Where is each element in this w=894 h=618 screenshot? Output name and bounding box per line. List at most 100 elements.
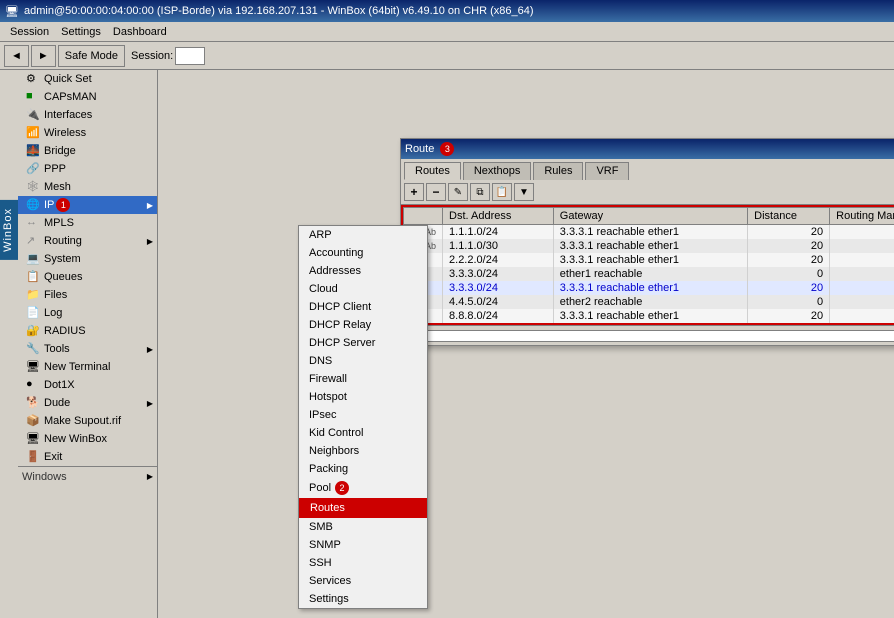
- ip-submenu-firewall[interactable]: Firewall: [299, 370, 427, 388]
- ip-submenu-smb[interactable]: SMB: [299, 518, 427, 536]
- ip-submenu-kidcontrol[interactable]: Kid Control: [299, 424, 427, 442]
- newwinbox-icon: 🖥: [26, 432, 40, 446]
- route-table: Dst. Address Gateway Distance Routing Ma…: [403, 207, 894, 323]
- sidebar-item-capsman[interactable]: ■ CAPsMAN: [18, 88, 157, 106]
- row-dst: 2.2.2.0/24: [443, 253, 554, 267]
- sidebar-label-dude: Dude: [44, 397, 70, 409]
- ip-submenu-addresses[interactable]: Addresses: [299, 262, 427, 280]
- dhcpserver-label: DHCP Server: [309, 337, 375, 349]
- sidebar-item-dude[interactable]: 🐕 Dude ▶: [18, 394, 157, 412]
- title-text: admin@50:00:00:04:00:00 (ISP-Borde) via …: [24, 5, 534, 17]
- sidebar-item-makesupout[interactable]: 📦 Make Supout.rif: [18, 412, 157, 430]
- sidebar-label-mesh: Mesh: [44, 181, 71, 193]
- sidebar-item-quickset[interactable]: ⚙ Quick Set: [18, 70, 157, 88]
- kidcontrol-label: Kid Control: [309, 427, 363, 439]
- table-row[interactable]: 3.3.3.0/243.3.3.1 reachable ether120: [404, 281, 894, 295]
- add-route-button[interactable]: +: [404, 183, 424, 201]
- ip-submenu-snmp[interactable]: SNMP: [299, 536, 427, 554]
- windows-section[interactable]: Windows ▶: [18, 466, 157, 486]
- tab-routes[interactable]: Routes: [404, 162, 461, 180]
- safe-mode-button[interactable]: Safe Mode: [58, 45, 125, 67]
- table-row[interactable]: 3.3.3.0/24ether1 reachable03.3.3.2: [404, 267, 894, 281]
- sidebar-item-mesh[interactable]: 🕸 Mesh: [18, 178, 157, 196]
- ip-submenu-ssh[interactable]: SSH: [299, 554, 427, 572]
- row-gateway: 3.3.3.1 reachable ether1: [553, 253, 747, 267]
- route-toolbar: + − ✎ ⧉ 📋 ▼ all: [401, 180, 894, 205]
- content-area: ARP Accounting Addresses Cloud DHCP Clie…: [158, 70, 894, 618]
- ip-submenu-cloud[interactable]: Cloud: [299, 280, 427, 298]
- menu-session[interactable]: Session: [4, 24, 55, 40]
- smb-label: SMB: [309, 521, 333, 533]
- scroll-bar[interactable]: [424, 330, 894, 342]
- filter-button[interactable]: ▼: [514, 183, 534, 201]
- ip-submenu-accounting[interactable]: Accounting: [299, 244, 427, 262]
- dns-label: DNS: [309, 355, 332, 367]
- sidebar-item-radius[interactable]: 🔐 RADIUS: [18, 322, 157, 340]
- row-dst: 1.1.1.0/30: [443, 239, 554, 253]
- table-row[interactable]: 8.8.8.0/243.3.3.1 reachable ether120: [404, 309, 894, 323]
- menu-settings[interactable]: Settings: [55, 24, 107, 40]
- sidebar-item-queues[interactable]: 📋 Queues: [18, 268, 157, 286]
- session-input[interactable]: [175, 47, 205, 65]
- sidebar-item-wireless[interactable]: 📶 Wireless: [18, 124, 157, 142]
- col-distance[interactable]: Distance: [748, 208, 830, 225]
- sidebar-item-interfaces[interactable]: 🔌 Interfaces: [18, 106, 157, 124]
- col-dst-address[interactable]: Dst. Address: [443, 208, 554, 225]
- ip-submenu-dns[interactable]: DNS: [299, 352, 427, 370]
- sidebar-item-log[interactable]: 📄 Log: [18, 304, 157, 322]
- col-gateway[interactable]: Gateway: [553, 208, 747, 225]
- forward-button[interactable]: ►: [31, 45, 56, 67]
- table-row[interactable]: 4.4.5.0/24ether2 reachable04.4.5.254: [404, 295, 894, 309]
- table-row[interactable]: DAb1.1.1.0/243.3.3.1 reachable ether120: [404, 225, 894, 240]
- menu-dashboard[interactable]: Dashboard: [107, 24, 173, 40]
- ip-submenu-neighbors[interactable]: Neighbors: [299, 442, 427, 460]
- edit-route-button[interactable]: ✎: [448, 183, 468, 201]
- sidebar-item-newwinbox[interactable]: 🖥 New WinBox: [18, 430, 157, 448]
- back-button[interactable]: ◄: [4, 45, 29, 67]
- sidebar-item-dot1x[interactable]: ● Dot1X: [18, 376, 157, 394]
- sidebar-item-exit[interactable]: 🚪 Exit: [18, 448, 157, 466]
- sidebar-item-bridge[interactable]: 🌉 Bridge: [18, 142, 157, 160]
- row-dst: 1.1.1.0/24: [443, 225, 554, 240]
- ip-submenu-dhcpserver[interactable]: DHCP Server: [299, 334, 427, 352]
- ip-submenu-settings[interactable]: Settings: [299, 590, 427, 608]
- ip-submenu-dhcpclient[interactable]: DHCP Client: [299, 298, 427, 316]
- sidebar-label-system: System: [44, 253, 81, 265]
- arp-label: ARP: [309, 229, 332, 241]
- pool-badge: 2: [335, 481, 349, 495]
- ip-submenu-arp[interactable]: ARP: [299, 226, 427, 244]
- tab-nexthops[interactable]: Nexthops: [463, 162, 531, 180]
- row-routing-mark: [830, 281, 894, 295]
- routing-arrow-icon: ▶: [147, 237, 153, 246]
- sidebar-item-ppp[interactable]: 🔗 PPP: [18, 160, 157, 178]
- col-indicator[interactable]: [404, 208, 443, 225]
- sidebar-item-mpls[interactable]: ↔ MPLS: [18, 214, 157, 232]
- sidebar-item-tools[interactable]: 🔧 Tools ▶: [18, 340, 157, 358]
- sidebar-label-bridge: Bridge: [44, 145, 76, 157]
- ip-submenu-hotspot[interactable]: Hotspot: [299, 388, 427, 406]
- tab-rules[interactable]: Rules: [533, 162, 583, 180]
- sidebar-item-routing[interactable]: ↗ Routing ▶: [18, 232, 157, 250]
- sidebar-label-interfaces: Interfaces: [44, 109, 92, 121]
- ip-submenu-ipsec[interactable]: IPsec: [299, 406, 427, 424]
- sidebar-item-system[interactable]: 💻 System: [18, 250, 157, 268]
- table-row[interactable]: DAb1.1.1.0/303.3.3.1 reachable ether120: [404, 239, 894, 253]
- sidebar-label-mpls: MPLS: [44, 217, 74, 229]
- row-distance: 0: [748, 267, 830, 281]
- copy-route-button[interactable]: ⧉: [470, 183, 490, 201]
- col-routing-mark[interactable]: Routing Mark: [830, 208, 894, 225]
- sidebar-item-ip[interactable]: 🌐 IP 1 ▶: [18, 196, 157, 214]
- row-dst: 3.3.3.0/24: [443, 267, 554, 281]
- ip-submenu-routes[interactable]: Routes: [299, 498, 427, 518]
- remove-route-button[interactable]: −: [426, 183, 446, 201]
- sidebar-item-newterminal[interactable]: 🖥 New Terminal: [18, 358, 157, 376]
- tab-vrf[interactable]: VRF: [585, 162, 629, 180]
- table-row[interactable]: 2.2.2.0/243.3.3.1 reachable ether120: [404, 253, 894, 267]
- ip-submenu-dhcprelay[interactable]: DHCP Relay: [299, 316, 427, 334]
- sidebar-item-files[interactable]: 📁 Files: [18, 286, 157, 304]
- exit-icon: 🚪: [26, 450, 40, 464]
- paste-route-button[interactable]: 📋: [492, 183, 512, 201]
- ip-submenu-pool[interactable]: Pool 2: [299, 478, 427, 498]
- ip-submenu-packing[interactable]: Packing: [299, 460, 427, 478]
- ip-submenu-services[interactable]: Services: [299, 572, 427, 590]
